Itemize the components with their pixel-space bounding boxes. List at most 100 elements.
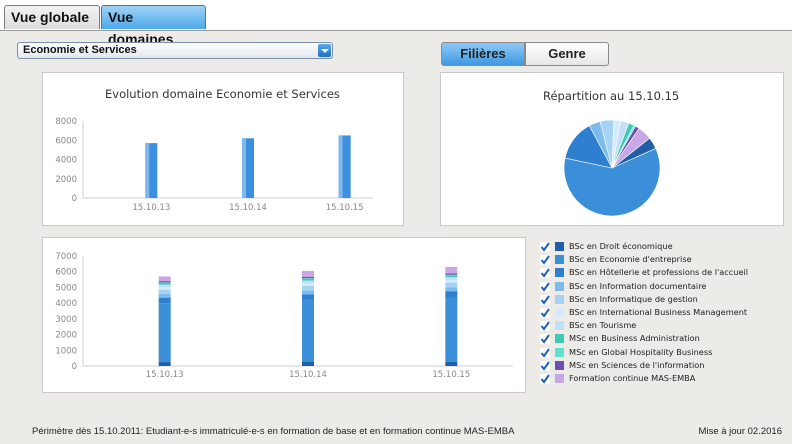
legend-item[interactable]: BSc en International Business Management — [540, 306, 790, 319]
y-tick-label: 4000 — [55, 299, 77, 309]
legend-label: MSc en Business Administration — [569, 333, 700, 344]
checkbox-checked-icon[interactable] — [540, 347, 550, 358]
checkbox-checked-icon[interactable] — [540, 321, 550, 332]
legend-swatch — [555, 268, 564, 278]
stacked-bar-segment — [302, 299, 314, 362]
checkbox-checked-icon[interactable] — [540, 255, 550, 266]
legend-item[interactable]: MSc en Business Administration — [540, 332, 790, 345]
legend-swatch — [555, 307, 564, 317]
stacked-bar-segment — [302, 361, 314, 366]
y-tick-label: 6000 — [55, 268, 77, 278]
legend-swatch — [555, 373, 564, 383]
update-date: Mise à jour 02.2016 — [698, 426, 782, 437]
y-tick-label: 0 — [72, 194, 77, 204]
legend-swatch — [555, 360, 564, 370]
y-tick-label: 6000 — [55, 136, 77, 146]
stacked-bar-segment — [445, 282, 458, 288]
legend-swatch — [555, 281, 564, 291]
footer-note: Périmètre dès 15.10.2011: Etudiant-e-s i… — [32, 426, 515, 437]
checkbox-checked-icon[interactable] — [540, 307, 550, 318]
legend-label: BSc en Tourisme — [569, 320, 637, 331]
legend-label: MSc en Sciences de l'information — [569, 359, 705, 370]
checkbox-checked-icon[interactable] — [540, 373, 550, 384]
x-tick-label: 15.10.15 — [326, 203, 364, 213]
checkbox-checked-icon[interactable] — [540, 294, 550, 305]
legend-swatch — [555, 242, 564, 251]
stacked-bar-segment — [445, 297, 458, 362]
x-tick-label: 15.10.15 — [432, 370, 470, 380]
stacked-bar-segment — [158, 284, 171, 288]
domain-select-value: Economie et Services — [23, 44, 137, 56]
x-tick-label: 15.10.13 — [146, 370, 184, 380]
toggle-filieres-button[interactable]: Filières — [441, 42, 525, 66]
legend-item[interactable]: BSc en Informatique de gestion — [540, 293, 790, 306]
tab-vue-globale[interactable]: Vue globale — [4, 5, 100, 29]
legend-swatch — [555, 255, 564, 265]
bar-highlight — [145, 143, 150, 198]
y-tick-label: 1000 — [55, 346, 77, 356]
stacked-bar-segment — [158, 294, 171, 298]
legend-swatch — [555, 334, 564, 344]
legend-item[interactable]: BSc en Tourisme — [540, 319, 790, 332]
stacked-bar-segment — [445, 277, 458, 281]
checkbox-checked-icon[interactable] — [540, 242, 550, 252]
stacked-bar-segment — [445, 291, 458, 298]
legend-label: BSc en International Business Management — [569, 306, 748, 317]
stacked-bar-segment — [158, 276, 171, 282]
y-tick-label: 8000 — [55, 117, 77, 127]
legend-label: BSc en Droit économique — [569, 241, 673, 251]
evolution-chart: 0 2000 4000 6000 8000 15.10.13 15.10.14 15.10.1… — [55, 117, 373, 213]
stacked-bar-segment — [302, 278, 314, 279]
legend-item[interactable]: BSc en Droit économique — [540, 240, 790, 253]
y-tick-label: 4000 — [55, 156, 77, 166]
stacked-bar-segment — [445, 287, 458, 292]
stacked-chart-panel: 0 1000 2000 3000 4000 5000 6000 7000 15.10.13 15.… — [42, 237, 526, 393]
legend-item[interactable]: BSc en Economie d'entreprise — [540, 253, 790, 266]
stacked-bar-segment — [302, 280, 314, 284]
bar-highlight — [338, 135, 343, 198]
legend-item[interactable]: BSc en Information documentaire — [540, 280, 790, 293]
stacked-bar-segment — [445, 280, 458, 283]
legend-swatch — [555, 321, 564, 331]
stacked-bar-segment — [445, 273, 458, 275]
legend-item[interactable]: BSc en Hôtellerie et professions de l'ac… — [540, 266, 790, 279]
legend-item[interactable]: MSc en Global Hospitality Business — [540, 346, 790, 359]
legend-label: BSc en Information documentaire — [569, 280, 707, 291]
stacked-bar-segment — [445, 275, 458, 278]
y-tick-label: 2000 — [55, 331, 77, 341]
y-tick-label: 3000 — [55, 315, 77, 325]
checkbox-checked-icon[interactable] — [540, 334, 550, 345]
checkbox-checked-icon[interactable] — [540, 281, 550, 292]
stacked-bar-segment — [302, 290, 314, 295]
checkbox-checked-icon[interactable] — [540, 360, 550, 371]
stacked-bar-segment — [158, 303, 171, 363]
repartition-chart-panel: Répartition au 15.10.15 — [440, 72, 784, 226]
toggle-genre-button[interactable]: Genre — [525, 42, 609, 66]
legend-item[interactable]: MSc en Sciences de l'information — [540, 359, 790, 372]
chevron-down-icon[interactable] — [318, 44, 331, 57]
stacked-bar-segment — [445, 361, 458, 366]
domain-select[interactable]: Economie et Services — [17, 42, 333, 59]
stacked-bar-segment — [302, 278, 314, 281]
x-tick-label: 15.10.14 — [289, 370, 327, 380]
y-tick-label: 5000 — [55, 283, 77, 293]
legend-label: BSc en Hôtellerie et professions de l'ac… — [569, 267, 749, 278]
legend-label: MSc en Global Hospitality Business — [569, 346, 713, 357]
tab-vue-domaines[interactable]: Vue domaines — [101, 5, 206, 47]
legend-label: BSc en Informatique de gestion — [569, 293, 698, 304]
x-tick-label: 15.10.14 — [229, 203, 267, 213]
y-tick-label: 7000 — [55, 252, 77, 262]
checkbox-checked-icon[interactable] — [540, 268, 550, 279]
legend-item[interactable]: Formation continue MAS-EMBA — [540, 372, 790, 385]
stacked-bar-segment — [158, 287, 171, 290]
stacked-bar-segment — [158, 289, 171, 295]
legend-swatch — [555, 347, 564, 357]
y-tick-label: 2000 — [55, 175, 77, 185]
evolution-chart-panel: Evolution domaine Economie et Services 0… — [42, 72, 404, 226]
repartition-pie-chart — [563, 119, 661, 217]
stacked-bar-segment — [445, 267, 458, 274]
stacked-bar-segment — [158, 282, 171, 285]
stacked-bar-segment — [302, 294, 314, 300]
legend-label: BSc en Economie d'entreprise — [569, 254, 692, 265]
legend: BSc en Droit économique BSc en Economie d… — [540, 240, 790, 385]
